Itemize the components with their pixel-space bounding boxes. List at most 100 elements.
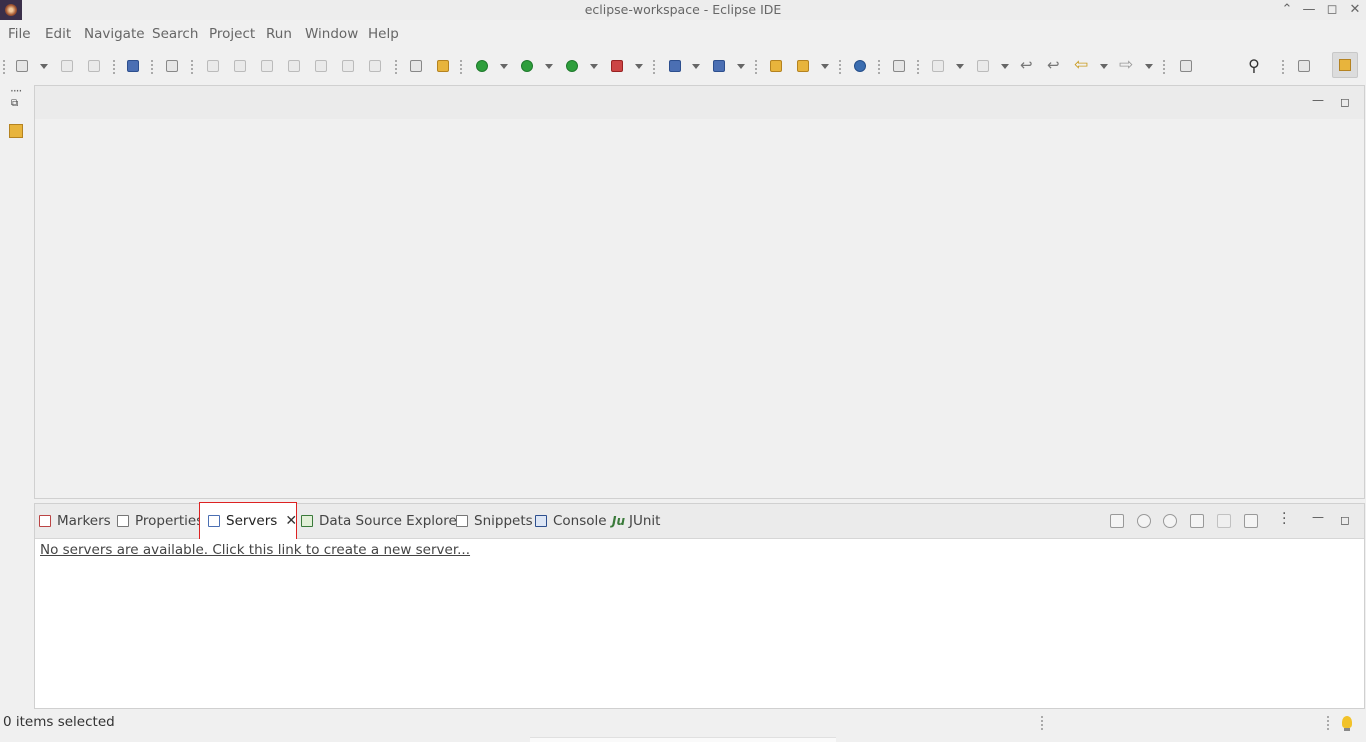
toolbar-separator — [395, 60, 399, 74]
tab-label: Snippets — [474, 513, 533, 529]
maximize-icon[interactable]: ◻ — [1323, 1, 1341, 19]
step-over-icon[interactable] — [340, 58, 356, 74]
debug-dropdown-icon[interactable] — [500, 64, 508, 69]
back-arrow-icon[interactable] — [1074, 55, 1090, 75]
status-grip[interactable] — [1041, 716, 1045, 730]
menu-window[interactable]: Window — [305, 26, 358, 42]
stop-server-icon[interactable] — [1217, 514, 1231, 528]
new-java-project-icon[interactable] — [667, 58, 683, 74]
new-java-dropdown-icon[interactable] — [692, 64, 700, 69]
disconnect-icon[interactable] — [286, 58, 302, 74]
tab-label: JUnit — [629, 513, 661, 529]
menu-run[interactable]: Run — [266, 26, 292, 42]
tab-console[interactable]: Console — [535, 504, 607, 538]
terminal-icon[interactable] — [125, 58, 141, 74]
forward-dropdown-icon[interactable] — [1145, 64, 1153, 69]
status-grip[interactable] — [1327, 716, 1331, 730]
step-into-icon[interactable] — [313, 58, 329, 74]
toolbar-separator — [755, 60, 759, 74]
tab-data-source-explorer[interactable]: Data Source Explorer — [301, 504, 462, 538]
next-annotation-dropdown-icon[interactable] — [956, 64, 964, 69]
new-dropdown-icon[interactable] — [40, 64, 48, 69]
run-dropdown-icon[interactable] — [545, 64, 553, 69]
pin-editor-icon[interactable] — [1178, 58, 1194, 74]
terminate-icon[interactable] — [259, 58, 275, 74]
menu-navigate[interactable]: Navigate — [84, 26, 145, 42]
save-all-icon[interactable] — [86, 58, 102, 74]
editor-area[interactable]: — ◻ — [34, 85, 1365, 499]
search-references-icon[interactable] — [891, 58, 907, 74]
tab-snippets[interactable]: Snippets — [456, 504, 533, 538]
maximize-icon[interactable]: ◻ — [1338, 96, 1352, 110]
next-edit-location-icon[interactable] — [1047, 56, 1063, 74]
next-annotation-icon[interactable] — [930, 58, 946, 74]
toolbar-separator — [1163, 60, 1167, 74]
coverage-icon[interactable] — [564, 58, 580, 74]
close-icon[interactable]: ✕ — [1346, 1, 1364, 19]
previous-annotation-dropdown-icon[interactable] — [1001, 64, 1009, 69]
open-perspective-icon[interactable] — [1296, 58, 1312, 74]
close-tab-icon[interactable]: ✕ — [285, 513, 297, 529]
external-tools-icon[interactable] — [609, 58, 625, 74]
use-step-filters-icon[interactable] — [435, 58, 451, 74]
forward-arrow-icon[interactable] — [1119, 55, 1135, 75]
toolbar-separator — [191, 60, 195, 74]
coverage-dropdown-icon[interactable] — [590, 64, 598, 69]
last-edit-location-icon[interactable] — [1020, 56, 1036, 74]
start-server-icon[interactable] — [1163, 514, 1177, 528]
tab-servers[interactable]: Servers ✕ — [199, 502, 297, 540]
web-browser-icon[interactable] — [852, 58, 868, 74]
bottom-view-stack: Markers Properties Servers ✕ Data Source … — [34, 502, 1365, 709]
tab-junit[interactable]: Ju JUnit — [612, 504, 660, 538]
properties-icon — [117, 515, 129, 527]
publish-icon[interactable] — [1244, 514, 1258, 528]
menu-help[interactable]: Help — [368, 26, 399, 42]
open-task-icon[interactable] — [795, 58, 811, 74]
lightbulb-icon[interactable] — [1342, 716, 1352, 731]
previous-annotation-icon[interactable] — [975, 58, 991, 74]
skip-breakpoints-icon[interactable] — [164, 58, 180, 74]
java-ee-perspective-button[interactable] — [1332, 52, 1358, 78]
menu-search[interactable]: Search — [152, 26, 198, 42]
view-menu-icon[interactable]: · · · — [1282, 507, 1286, 531]
create-server-link[interactable]: No servers are available. Click this lin… — [40, 542, 470, 558]
toolbar-separator — [460, 60, 464, 74]
tab-properties[interactable]: Properties — [117, 504, 203, 538]
collapse-all-icon[interactable] — [1110, 514, 1124, 528]
trim-grip[interactable]: ···· — [10, 84, 22, 98]
menu-edit[interactable]: Edit — [45, 26, 71, 42]
toolbar-grip[interactable] — [3, 60, 7, 74]
chevron-up-icon[interactable]: ⌃ — [1278, 1, 1296, 19]
drop-to-frame-icon[interactable] — [408, 58, 424, 74]
toolbar-separator — [151, 60, 155, 74]
new-class-dropdown-icon[interactable] — [737, 64, 745, 69]
minimize-icon[interactable]: — — [1311, 94, 1325, 108]
menu-project[interactable]: Project — [209, 26, 255, 42]
toolbar-separator — [878, 60, 882, 74]
tab-markers[interactable]: Markers — [39, 504, 111, 538]
tab-label: Data Source Explorer — [319, 513, 463, 529]
open-type-icon[interactable] — [768, 58, 784, 74]
save-icon[interactable] — [59, 58, 75, 74]
debug-server-icon[interactable] — [1137, 514, 1151, 528]
project-explorer-icon[interactable] — [9, 124, 23, 138]
step-return-icon[interactable] — [367, 58, 383, 74]
resume-icon[interactable] — [205, 58, 221, 74]
run-icon[interactable] — [519, 58, 535, 74]
menu-file[interactable]: File — [8, 26, 31, 42]
toolbar-separator — [839, 60, 843, 74]
debug-icon[interactable] — [474, 58, 490, 74]
search-icon[interactable]: ⚲ — [1246, 58, 1262, 74]
back-dropdown-icon[interactable] — [1100, 64, 1108, 69]
new-class-icon[interactable] — [711, 58, 727, 74]
maximize-icon[interactable]: ◻ — [1338, 514, 1352, 528]
restore-icon[interactable]: ⧉ — [11, 99, 21, 109]
open-task-dropdown-icon[interactable] — [821, 64, 829, 69]
external-tools-dropdown-icon[interactable] — [635, 64, 643, 69]
suspend-icon[interactable] — [232, 58, 248, 74]
new-icon[interactable] — [14, 58, 30, 74]
profile-server-icon[interactable] — [1190, 514, 1204, 528]
data-source-icon — [301, 515, 313, 527]
minimize-icon[interactable]: — — [1311, 511, 1325, 525]
minimize-icon[interactable]: — — [1300, 1, 1318, 19]
